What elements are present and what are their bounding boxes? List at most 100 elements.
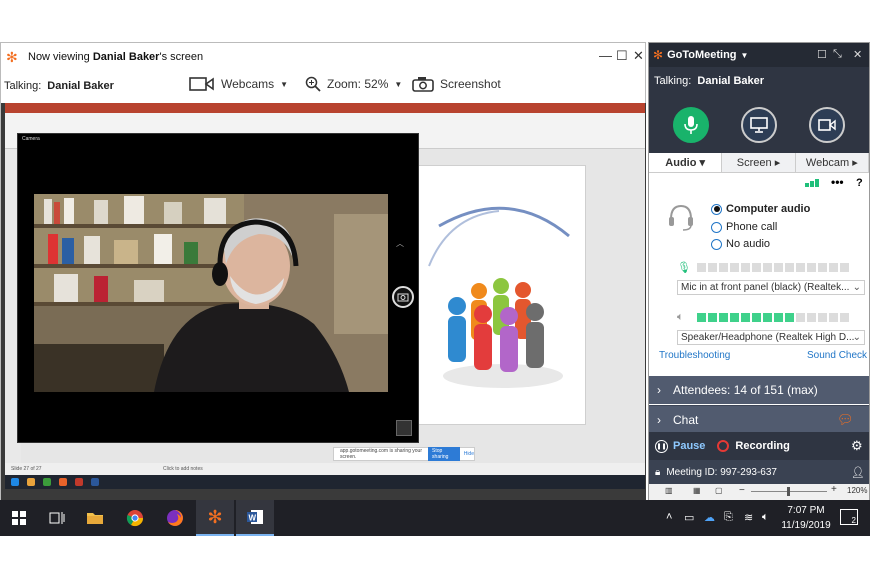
notes-placeholder: Click to add notes <box>162 466 203 472</box>
webcam-icon <box>189 77 214 91</box>
collapse-icon[interactable]: ⤡ <box>833 48 842 61</box>
talking-name: Danial Baker <box>47 80 114 92</box>
restore-icon[interactable]: ☐ <box>817 48 827 61</box>
chevron-down-icon: ▼ <box>280 79 289 89</box>
firefox-button[interactable] <box>156 500 194 536</box>
meter-segment <box>818 263 827 272</box>
file-explorer-button[interactable] <box>76 500 114 536</box>
pause-button[interactable]: Pause <box>673 440 705 452</box>
signal-strength-icon <box>805 179 819 187</box>
people-group-illustration <box>428 206 570 388</box>
add-attendee-icon[interactable]: 👤︎ <box>851 466 865 479</box>
tab-webcam-label: Webcam <box>805 157 850 169</box>
meter-segment <box>763 313 772 322</box>
radio-computer-audio[interactable]: Computer audio <box>711 203 810 215</box>
webcams-button[interactable]: Webcams ▼ <box>189 76 288 92</box>
gear-icon[interactable]: ⚙︎ <box>851 438 863 454</box>
gotomeeting-taskbar-button[interactable]: ✻ <box>196 500 234 536</box>
chat-bubble-icon: 💬︎ <box>837 411 854 427</box>
zoom-slider-thumb[interactable] <box>787 487 790 496</box>
screenshot-button[interactable]: Screenshot <box>412 76 501 92</box>
windows-taskbar: ✻ W ˄ ▭ ☁ ⎘ ≋ 🔈︎ 7:07 PM 11/19/2019 2 <box>0 500 870 536</box>
zoom-out-icon[interactable]: − <box>739 485 745 496</box>
chevron-right-icon: › <box>657 412 661 427</box>
viewer-title-bar: ✻ Now viewing Danial Baker's screen — ☐ … <box>1 43 645 71</box>
speaker-level-meter <box>697 313 849 322</box>
hide-button[interactable]: Hide <box>464 451 474 457</box>
pause-icon[interactable]: ❚❚ <box>655 439 668 453</box>
screen-viewer-window: ✻ Now viewing Danial Baker's screen — ☐ … <box>0 42 646 501</box>
word-icon: W <box>247 510 263 524</box>
sound-check-link[interactable]: Sound Check <box>807 350 867 361</box>
camera-shutter-button[interactable] <box>392 286 414 308</box>
zoom-in-icon[interactable]: + <box>831 484 837 495</box>
radio-phone-call[interactable]: Phone call <box>711 221 777 233</box>
clock-time: 7:07 PM <box>787 505 825 516</box>
start-button[interactable] <box>0 500 38 536</box>
main-control-buttons <box>649 93 869 153</box>
radio-indicator <box>711 238 722 250</box>
wifi-icon[interactable]: ≋ <box>744 511 753 524</box>
meter-segment <box>818 313 827 322</box>
minimize-icon[interactable]: — <box>599 49 612 63</box>
shared-screen-area[interactable]: Camera ︿ Slide 27 of 27 Click to add not… <box>1 103 646 501</box>
photo-thumbnail[interactable] <box>396 420 412 436</box>
headset-icon <box>669 204 693 231</box>
webcam-button[interactable] <box>809 107 845 143</box>
more-options-icon[interactable]: ••• <box>831 175 844 189</box>
presentation-slide <box>418 165 586 425</box>
tab-audio[interactable]: Audio ▾ <box>649 153 723 172</box>
system-clock[interactable]: 7:07 PM 11/19/2019 <box>778 503 834 533</box>
firefox-icon <box>59 478 67 486</box>
tab-webcam[interactable]: Webcam ▸ <box>796 153 869 172</box>
camera-app-window[interactable]: Camera ︿ <box>17 133 419 443</box>
help-icon[interactable]: ? <box>856 177 863 189</box>
word-button[interactable]: W <box>236 500 274 536</box>
meter-segment <box>708 313 717 322</box>
fit-icon: ▢ <box>715 486 723 495</box>
notification-center-button[interactable]: 2 <box>840 509 858 525</box>
meter-segment <box>807 263 816 272</box>
panel-tabs: Audio ▾ Screen ▸ Webcam ▸ <box>649 153 869 173</box>
viewer-title-name: Danial Baker <box>92 51 160 63</box>
chevron-up-icon[interactable]: ˄ <box>666 511 672 523</box>
radio-indicator <box>711 203 722 215</box>
chat-label: Chat <box>673 412 699 427</box>
chevron-right-icon: ▸ <box>774 157 781 169</box>
chevron-down-icon[interactable]: ▼ <box>741 51 749 60</box>
attendees-section[interactable]: › Attendees: 14 of 151 (max) <box>649 376 869 404</box>
viewer-toolbar: Talking: Danial Baker Webcams ▼ Zoom: 52%… <box>1 71 645 103</box>
screen-share-button[interactable] <box>741 107 777 143</box>
close-icon[interactable]: ✕ <box>853 48 862 61</box>
chevron-up-icon[interactable]: ︿ <box>396 224 404 264</box>
maximize-icon[interactable]: ☐ <box>616 49 628 63</box>
dropbox-icon[interactable]: ⎘ <box>724 511 733 524</box>
stop-sharing-button[interactable]: Stop sharing <box>428 447 460 461</box>
meter-segment <box>730 313 739 322</box>
zoom-icon <box>305 76 321 92</box>
zoom-button[interactable]: Zoom: 52% ▼ <box>305 76 402 92</box>
speaker-device-select[interactable]: Speaker/Headphone (Realtek High D... ⌄ <box>677 330 865 345</box>
close-icon[interactable]: ✕ <box>633 49 644 63</box>
meter-segment <box>708 263 717 272</box>
slide-counter: Slide 27 of 27 <box>11 466 42 472</box>
radio-no-audio[interactable]: No audio <box>711 238 770 250</box>
chrome-button[interactable] <box>116 500 154 536</box>
chat-section[interactable]: › Chat 💬︎ <box>649 405 869 433</box>
tab-screen-label: Screen <box>736 157 772 169</box>
troubleshooting-link[interactable]: Troubleshooting <box>659 350 730 361</box>
chevron-right-icon: ▸ <box>852 157 858 169</box>
task-view-button[interactable] <box>38 500 76 536</box>
tab-screen[interactable]: Screen ▸ <box>722 153 796 172</box>
recording-label[interactable]: Recording <box>735 440 789 452</box>
battery-icon[interactable]: ▭ <box>684 511 694 524</box>
panel-zoom-level: 120% <box>847 486 868 495</box>
microphone-button[interactable] <box>673 107 709 143</box>
audio-settings-pane: ••• ? Computer audio Phone call No audio… <box>649 173 869 375</box>
mic-device-select[interactable]: Mic in at front panel (black) (Realtek..… <box>677 280 865 295</box>
volume-icon[interactable]: 🔈︎ <box>762 511 769 524</box>
chrome-icon <box>126 510 144 527</box>
meter-segment <box>807 313 816 322</box>
sharing-notification-text: app.gotomeeting.com is sharing your scre… <box>340 448 422 460</box>
onedrive-icon[interactable]: ☁ <box>704 511 715 524</box>
